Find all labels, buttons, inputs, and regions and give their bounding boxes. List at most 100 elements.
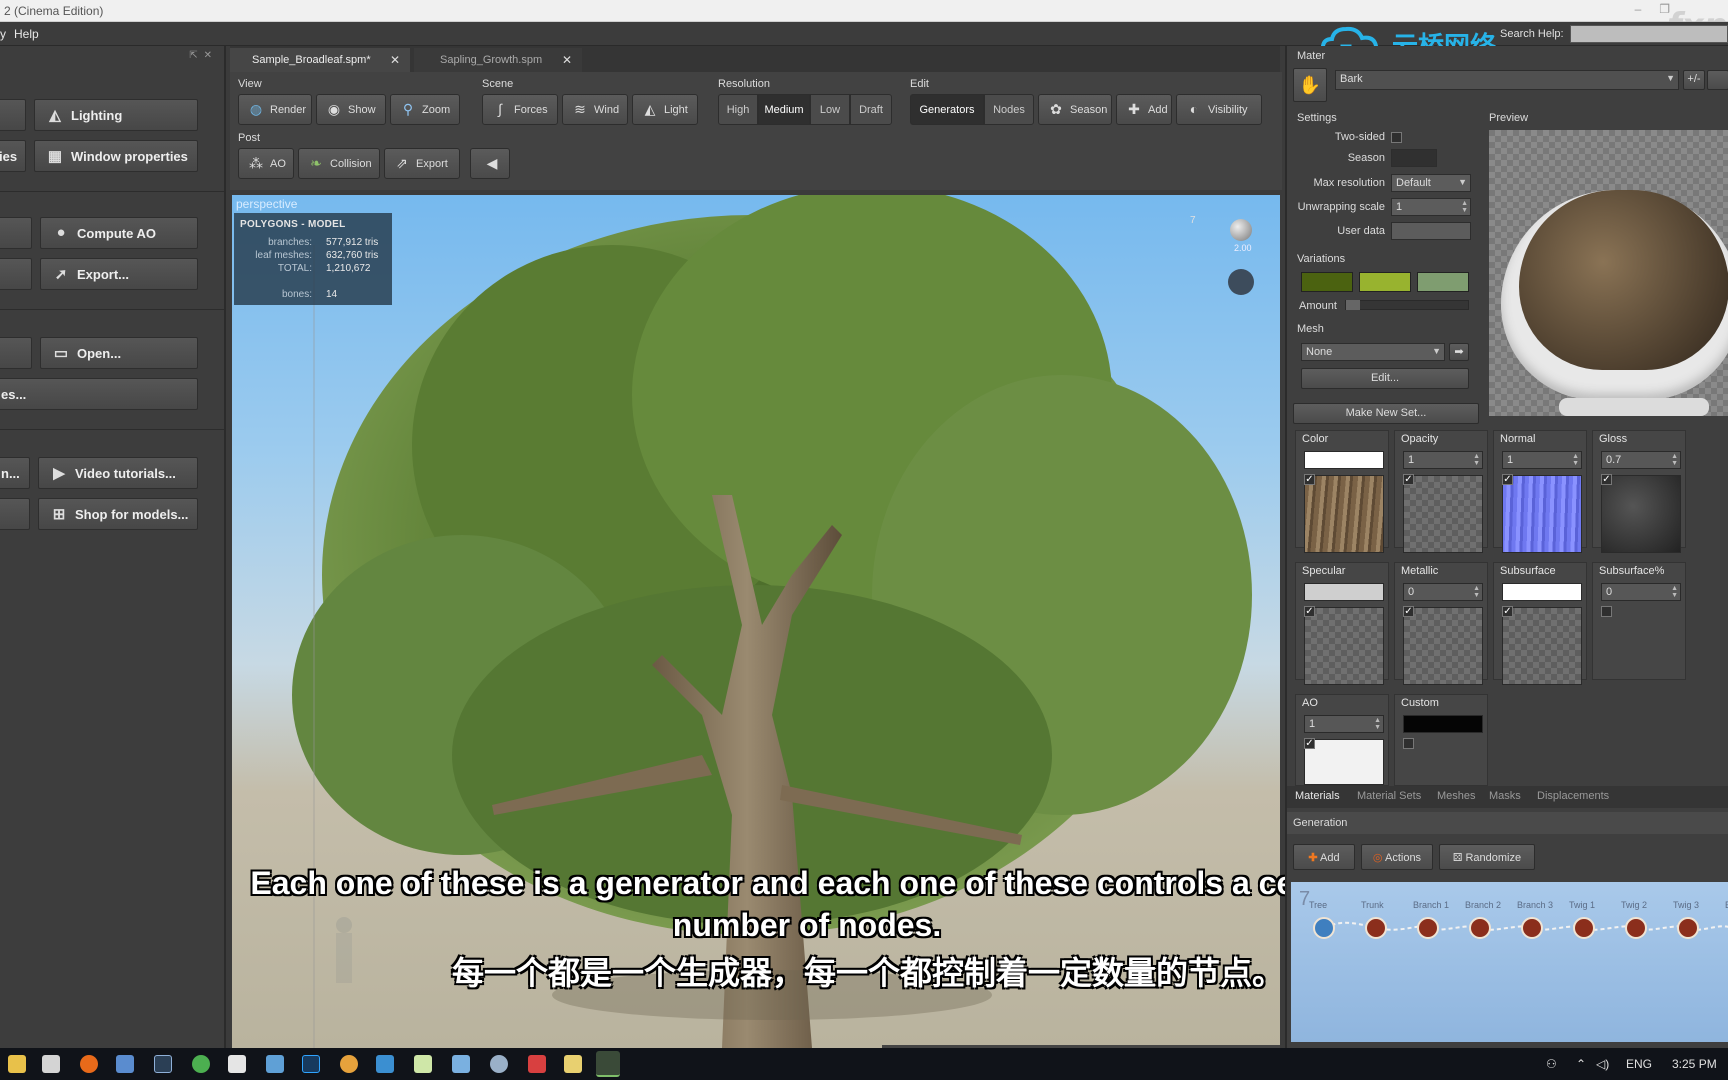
hidden-button-4[interactable] (0, 337, 32, 369)
properties-button[interactable]: ies (0, 140, 26, 172)
map-enable-checkbox[interactable]: ✓ (1304, 606, 1315, 617)
lightroom-icon[interactable] (154, 1055, 172, 1073)
viewport-mode-label[interactable]: perspective (236, 197, 297, 211)
resolution-low[interactable]: Low (810, 94, 850, 125)
app-icon-yellow[interactable] (340, 1055, 358, 1073)
map-thumbnail[interactable] (1403, 607, 1483, 685)
edit-mesh-button[interactable]: Edit... (1301, 368, 1469, 389)
spin-arrows-icon[interactable]: ▲ ▼ (1572, 453, 1579, 467)
map-thumbnail[interactable] (1304, 739, 1384, 785)
language-indicator[interactable]: ENG (1626, 1057, 1652, 1071)
extra-button[interactable] (1707, 70, 1728, 90)
variation-swatch-3[interactable] (1417, 272, 1469, 292)
map-thumbnail[interactable] (1601, 475, 1681, 553)
tab-materials[interactable]: Materials (1295, 790, 1340, 802)
material-preview[interactable] (1489, 130, 1728, 416)
hidden-button-5[interactable] (0, 498, 30, 530)
open-button[interactable]: ▭ Open... (40, 337, 198, 369)
variation-swatch-2[interactable] (1359, 272, 1411, 292)
chevron-up-icon[interactable]: ⌃ (1576, 1057, 1586, 1071)
generator-node[interactable] (1417, 917, 1439, 939)
map-value-field[interactable] (1304, 451, 1384, 469)
video-tutorials-button[interactable]: ▶ Video tutorials... (38, 457, 198, 489)
render-button[interactable]: ◍ Render (238, 94, 312, 125)
export-button[interactable]: ➚ Export... (40, 258, 198, 290)
map-enable-checkbox[interactable]: ✓ (1304, 474, 1315, 485)
close-icon[interactable]: ✕ (390, 53, 400, 67)
map-value-field[interactable]: 0.7 ▲ ▼ (1601, 451, 1681, 469)
tab-material-sets[interactable]: Material Sets (1357, 790, 1421, 802)
nodes-button[interactable]: Nodes (984, 94, 1034, 125)
map-enable-checkbox[interactable]: ✓ (1502, 606, 1513, 617)
speedtree-icon[interactable] (596, 1051, 620, 1077)
volume-icon[interactable]: ◁) (1596, 1057, 1609, 1071)
map-value-field[interactable] (1403, 715, 1483, 733)
generator-node[interactable] (1573, 917, 1595, 939)
compute-ao-button[interactable]: ● Compute AO (40, 217, 198, 249)
map-thumbnail[interactable] (1502, 607, 1582, 685)
app-icon-sphere[interactable] (490, 1055, 508, 1073)
hand-tool-button[interactable]: ✋ (1293, 68, 1327, 102)
resolution-high[interactable]: High (718, 94, 758, 125)
tab-sample-broadleaf[interactable]: Sample_Broadleaf.spm* ✕ (230, 48, 410, 72)
clock[interactable]: 3:25 PM (1672, 1057, 1717, 1071)
zoom-button[interactable]: ⚲ Zoom (390, 94, 460, 125)
generator-node[interactable] (1625, 917, 1647, 939)
amount-slider[interactable] (1345, 300, 1469, 310)
close-icon[interactable]: ✕ (562, 53, 572, 67)
generator-node[interactable] (1469, 917, 1491, 939)
map-enable-checkbox[interactable] (1403, 738, 1414, 749)
truncated-button[interactable]: n... (0, 457, 30, 489)
unwrapping-scale-input[interactable]: 1 ▲ ▼ (1391, 198, 1471, 216)
lighting-button[interactable]: ◭ Lighting (34, 99, 198, 131)
wide-button[interactable]: es... (0, 378, 198, 410)
file-explorer-icon[interactable] (8, 1055, 26, 1073)
user-data-input[interactable] (1391, 222, 1471, 240)
resolution-draft[interactable]: Draft (850, 94, 892, 125)
dock-icons[interactable]: ⇱✕ (189, 50, 218, 61)
shop-for-models-button[interactable]: ⊞ Shop for models... (38, 498, 198, 530)
generators-button[interactable]: Generators (910, 94, 984, 125)
generator-node[interactable] (1365, 917, 1387, 939)
map-thumbnail[interactable] (1403, 475, 1483, 553)
menu-item-truncated[interactable]: y (0, 27, 6, 41)
map-enable-checkbox[interactable]: ✓ (1304, 738, 1315, 749)
app-icon-orange[interactable] (80, 1055, 98, 1073)
app-icon-folder[interactable] (564, 1055, 582, 1073)
map-value-field[interactable] (1502, 583, 1582, 601)
ao-button[interactable]: ⁂ AO (238, 148, 294, 179)
map-enable-checkbox[interactable] (1601, 606, 1612, 617)
tab-meshes[interactable]: Meshes (1437, 790, 1476, 802)
map-thumbnail[interactable] (1304, 475, 1384, 553)
variation-swatch-1[interactable] (1301, 272, 1353, 292)
map-thumbnail[interactable] (1502, 475, 1582, 553)
app-icon-red[interactable] (528, 1055, 546, 1073)
light-direction-icon[interactable] (1228, 269, 1254, 295)
chrome-icon[interactable] (192, 1055, 210, 1073)
actions-button[interactable]: ◎ Actions (1361, 844, 1433, 870)
photoshop-icon[interactable] (302, 1055, 320, 1073)
map-enable-checkbox[interactable]: ✓ (1601, 474, 1612, 485)
search-help-input[interactable] (1570, 25, 1728, 43)
resolution-medium[interactable]: Medium (758, 94, 810, 125)
map-value-field[interactable] (1304, 583, 1384, 601)
spin-arrows-icon[interactable]: ▲ ▼ (1461, 200, 1468, 214)
map-enable-checkbox[interactable]: ✓ (1403, 606, 1414, 617)
add-button[interactable]: ✚ Add (1116, 94, 1172, 125)
season-field[interactable] (1391, 149, 1437, 167)
window-properties-button[interactable]: ▦ Window properties (34, 140, 198, 172)
hidden-button-2[interactable] (0, 217, 32, 249)
app-icon-bird[interactable] (452, 1055, 470, 1073)
generator-node-graph[interactable]: 7 Tree Trunk Branch 1 Branch 2 Branch 3 Twig … (1291, 882, 1728, 1042)
season-button[interactable]: ✿ Season (1038, 94, 1112, 125)
map-enable-checkbox[interactable]: ✓ (1502, 474, 1513, 485)
spin-arrows-icon[interactable]: ▲ ▼ (1473, 585, 1480, 599)
menu-item-help[interactable]: Help (14, 27, 39, 41)
map-value-field[interactable]: 1 ▲ ▼ (1502, 451, 1582, 469)
wind-button[interactable]: ≋ Wind (562, 94, 628, 125)
map-value-field[interactable]: 1 ▲ ▼ (1304, 715, 1384, 733)
map-thumbnail[interactable] (1304, 607, 1384, 685)
app-icon-green[interactable] (414, 1055, 432, 1073)
map-enable-checkbox[interactable]: ✓ (1403, 474, 1414, 485)
collision-button[interactable]: ❧ Collision (298, 148, 380, 179)
